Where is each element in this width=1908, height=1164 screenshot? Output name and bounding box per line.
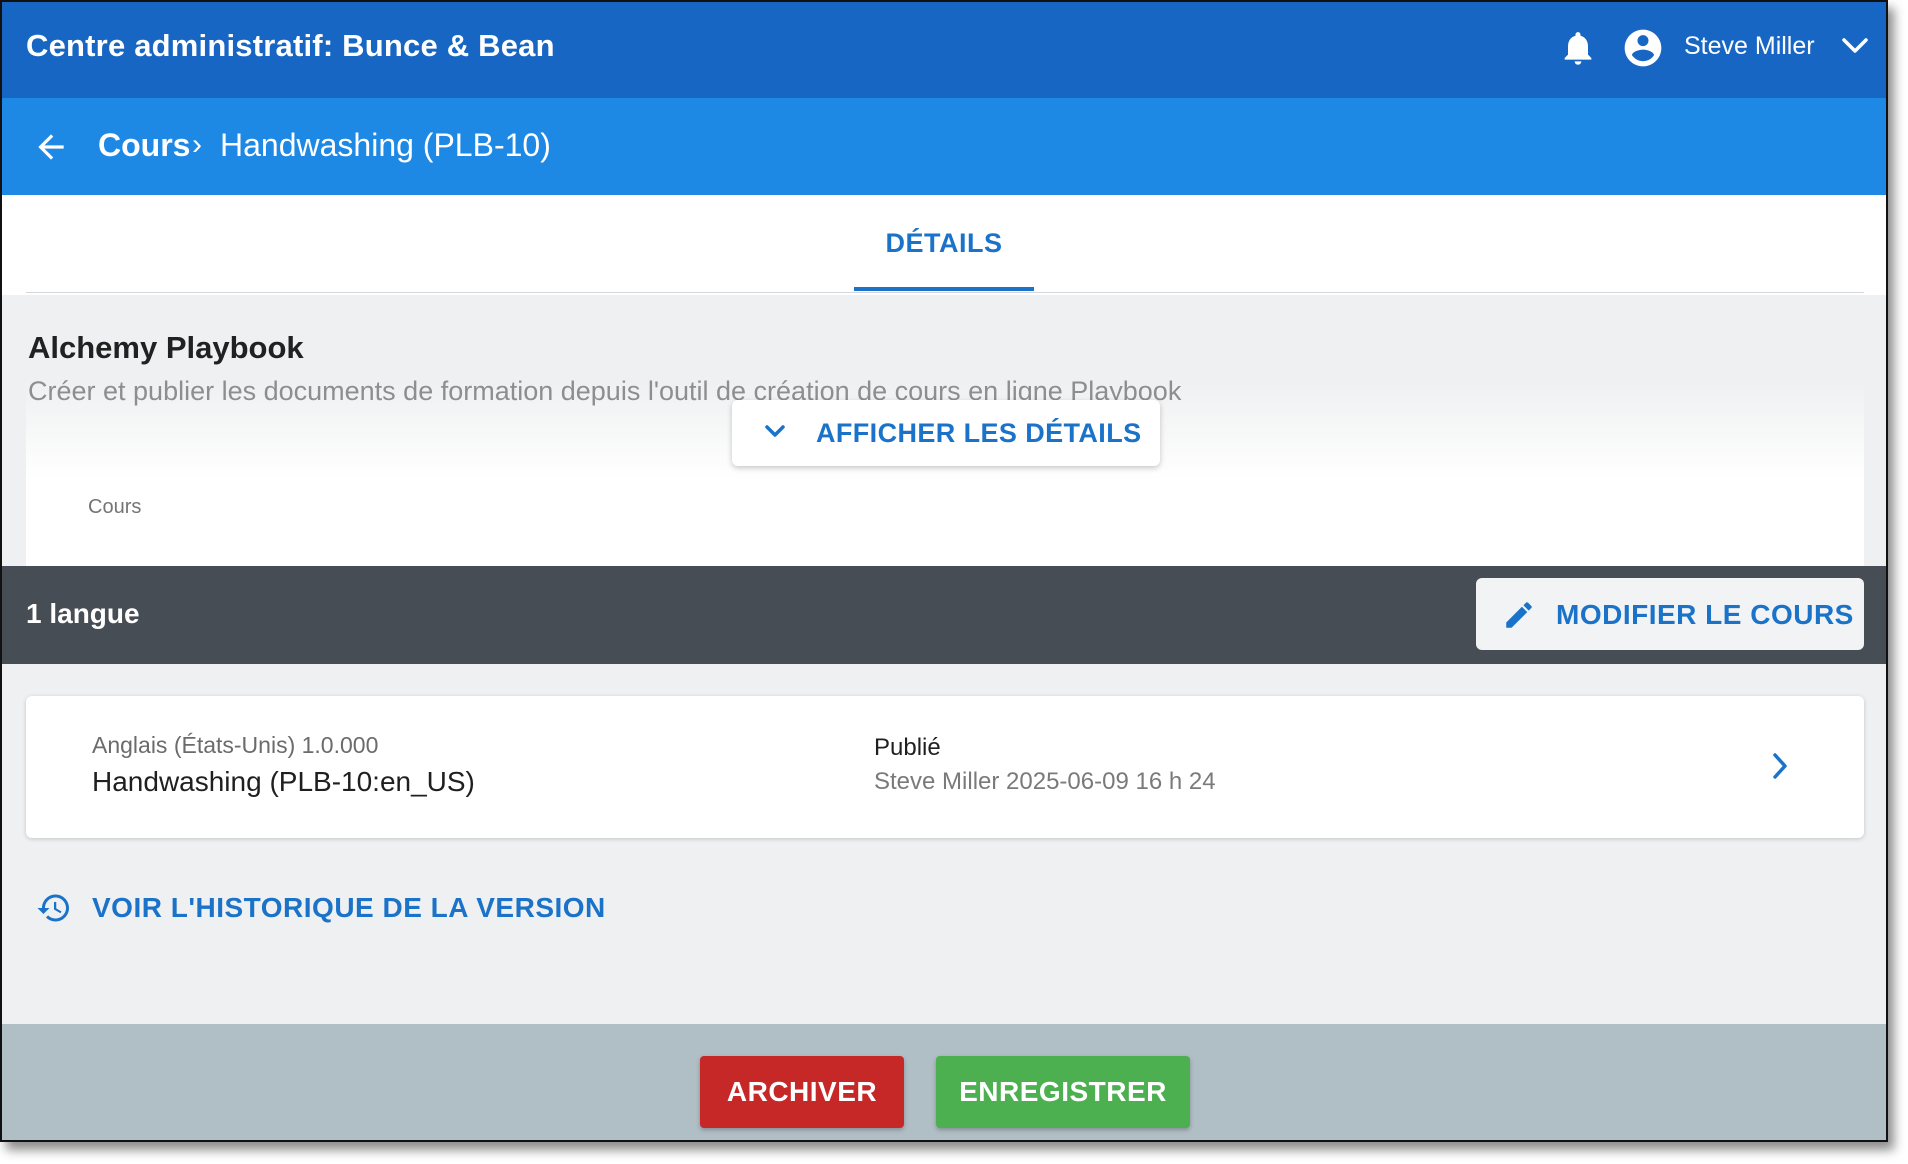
course-type-label: Cours (88, 496, 142, 518)
product-name: Alchemy Playbook (28, 330, 304, 365)
app-window: Centre administratif: Bunce & Bean Steve… (0, 0, 1888, 1142)
description-card: Alchemy Playbook Créer et publier les do… (26, 300, 1864, 566)
chevron-down-icon (765, 425, 785, 437)
language-row[interactable]: Anglais (États-Unis) 1.0.000 Handwashing… (26, 696, 1864, 838)
history-icon (37, 894, 69, 922)
version-history-label: VOIR L'HISTORIQUE DE LA VERSION (92, 892, 606, 923)
chevron-down-icon[interactable] (1840, 36, 1870, 56)
pencil-icon (1506, 602, 1532, 628)
language-meta: Steve Miller 2025-06-09 16 h 24 (874, 768, 1216, 795)
bell-icon[interactable] (1558, 26, 1598, 70)
breadcrumb-parent-link[interactable]: Cours (98, 127, 190, 164)
languages-header: 1 langue MODIFIER LE COURS (2, 566, 1886, 664)
edit-course-label: MODIFIER LE COURS (1556, 599, 1854, 630)
save-button[interactable]: ENREGISTRER (936, 1056, 1190, 1128)
tab-details[interactable]: DÉTAILS (854, 195, 1034, 289)
breadcrumb: Cours › Handwashing (PLB-10) (2, 98, 1886, 195)
language-locale-version: Anglais (États-Unis) 1.0.000 (92, 732, 379, 758)
footer-action-bar: ARCHIVER ENREGISTRER (2, 1024, 1886, 1140)
language-course-name: Handwashing (PLB-10:en_US) (92, 766, 475, 797)
chevron-right-icon[interactable] (1770, 750, 1790, 782)
show-details-button[interactable]: AFFICHER LES DÉTAILS (732, 400, 1160, 466)
edit-course-button[interactable]: MODIFIER LE COURS (1476, 578, 1864, 650)
back-arrow-icon[interactable] (32, 128, 70, 166)
breadcrumb-separator: › (192, 128, 202, 161)
app-title: Centre administratif: Bunce & Bean (26, 28, 555, 63)
account-circle-icon[interactable] (1621, 26, 1665, 70)
tab-divider (26, 292, 1864, 293)
tab-active-indicator (854, 287, 1034, 291)
language-status: Publié (874, 734, 941, 761)
archive-button[interactable]: ARCHIVER (700, 1056, 904, 1128)
user-name[interactable]: Steve Miller (1684, 32, 1815, 61)
tab-bar: DÉTAILS (2, 195, 1886, 295)
language-count: 1 langue (26, 598, 140, 629)
breadcrumb-current: Handwashing (PLB-10) (220, 127, 551, 163)
top-app-bar: Centre administratif: Bunce & Bean Steve… (2, 2, 1886, 98)
show-details-label: AFFICHER LES DÉTAILS (816, 418, 1142, 448)
